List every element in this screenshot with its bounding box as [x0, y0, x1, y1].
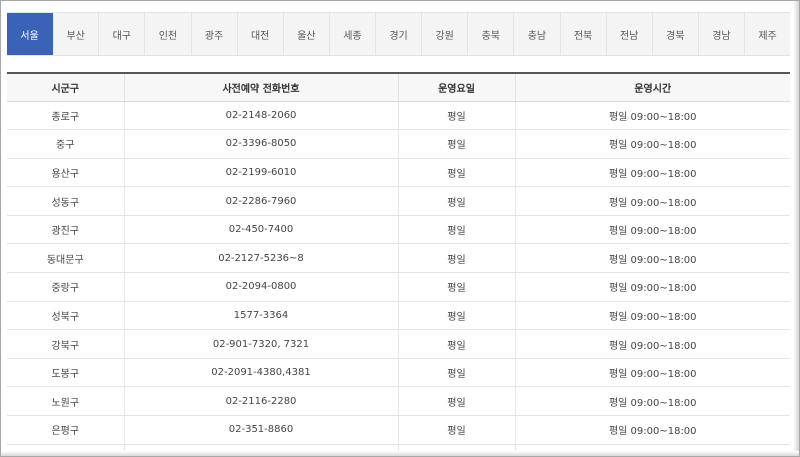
table-row: 강북구 02-901-7320, 7321 평일 평일 09:00~18:00	[7, 329, 790, 359]
cell-days: 평일	[398, 186, 516, 216]
cell-hours: 평일 09:00~18:00	[515, 129, 790, 159]
cell-days: 평일	[398, 129, 516, 159]
cell-district	[7, 444, 125, 456]
cell-district: 광진구	[7, 215, 125, 245]
cell-days	[398, 444, 516, 456]
cell-hours: 평일 09:00~18:00	[515, 358, 790, 388]
cell-district: 중구	[7, 129, 125, 159]
cell-hours: 평일 09:00~18:00	[515, 186, 790, 216]
header-hours: 운영시간	[515, 74, 790, 102]
cell-hours: 평일 09:00~18:00	[515, 272, 790, 302]
cell-hours: 평일 09:00~18:00	[515, 215, 790, 245]
cell-hours: 평일 09:00~18:00	[515, 301, 790, 331]
cell-phone: 02-351-8860	[124, 415, 399, 445]
cell-district: 용산구	[7, 158, 125, 188]
table-row: 중랑구 02-2094-0800 평일 평일 09:00~18:00	[7, 272, 790, 302]
table-row: 용산구 02-2199-6010 평일 평일 09:00~18:00	[7, 158, 790, 188]
tab-region[interactable]: 전북	[561, 13, 607, 55]
cell-district: 중랑구	[7, 272, 125, 302]
table-row: 중구 02-3396-8050 평일 평일 09:00~18:00	[7, 129, 790, 159]
cell-district: 강북구	[7, 329, 125, 359]
cell-hours: 평일 09:00~18:00	[515, 415, 790, 445]
tab-region[interactable]: 서울	[7, 13, 54, 55]
cell-phone: 02-2286-7960	[124, 186, 399, 216]
table-row: 은평구 02-351-8860 평일 평일 09:00~18:00	[7, 415, 790, 445]
table-row: 동대문구 02-2127-5236~8 평일 평일 09:00~18:00	[7, 243, 790, 274]
tab-region[interactable]: 충북	[468, 13, 515, 55]
tab-region[interactable]: 대전	[238, 13, 284, 55]
table-row: 도봉구 02-2091-4380,4381 평일 평일 09:00~18:00	[7, 358, 790, 388]
tab-region[interactable]: 세종	[330, 13, 376, 55]
cell-district: 도봉구	[7, 358, 125, 388]
tab-region[interactable]: 충남	[514, 13, 561, 55]
table-container: 시군구 사전예약 전화번호 운영요일 운영시간 종로구 02-2148-2060 평…	[7, 72, 790, 456]
table-row: 노원구 02-2116-2280 평일 평일 09:00~18:00	[7, 386, 790, 417]
cell-phone: 02-2094-0800	[124, 272, 399, 302]
header-days: 운영요일	[398, 74, 516, 102]
cell-phone	[124, 444, 399, 456]
cell-days: 평일	[398, 158, 516, 188]
vaccination-center-table: 시군구 사전예약 전화번호 운영요일 운영시간 종로구 02-2148-2060 평…	[7, 74, 790, 456]
cell-hours: 평일 09:00~18:00	[515, 329, 790, 359]
cell-district: 성동구	[7, 186, 125, 216]
header-phone: 사전예약 전화번호	[124, 74, 399, 102]
cell-phone: 02-3396-8050	[124, 129, 399, 159]
cell-phone: 02-450-7400	[124, 215, 399, 245]
cell-district: 종로구	[7, 101, 125, 131]
table-row: 광진구 02-450-7400 평일 평일 09:00~18:00	[7, 215, 790, 245]
cell-phone: 02-2148-2060	[124, 101, 399, 131]
tab-region[interactable]: 경북	[653, 13, 699, 55]
table-row	[7, 444, 790, 456]
tab-region[interactable]: 전남	[607, 13, 653, 55]
cell-phone: 02-2127-5236~8	[124, 243, 399, 274]
tab-region[interactable]: 울산	[284, 13, 330, 55]
cell-hours: 평일 09:00~18:00	[515, 101, 790, 131]
tab-region[interactable]: 부산	[53, 13, 100, 55]
cell-days: 평일	[398, 215, 516, 245]
cell-hours: 평일 09:00~18:00	[515, 243, 790, 274]
cell-phone: 02-2116-2280	[124, 386, 399, 417]
tab-region[interactable]: 경남	[699, 13, 745, 55]
table-row: 성동구 02-2286-7960 평일 평일 09:00~18:00	[7, 186, 790, 216]
cell-hours: 평일 09:00~18:00	[515, 386, 790, 417]
cell-phone: 1577-3364	[124, 301, 399, 331]
tab-region[interactable]: 강원	[422, 13, 469, 55]
cell-phone: 02-2091-4380,4381	[124, 358, 399, 388]
table-row: 종로구 02-2148-2060 평일 평일 09:00~18:00	[7, 101, 790, 131]
header-district: 시군구	[7, 74, 125, 102]
cell-hours: 평일 09:00~18:00	[515, 158, 790, 188]
cell-phone: 02-901-7320, 7321	[124, 329, 399, 359]
table-row: 성북구 1577-3364 평일 평일 09:00~18:00	[7, 301, 790, 331]
cell-days: 평일	[398, 243, 516, 274]
tab-region[interactable]: 제주	[745, 13, 790, 55]
cell-days: 평일	[398, 301, 516, 331]
cell-hours	[515, 444, 790, 456]
cell-days: 평일	[398, 415, 516, 445]
tab-region[interactable]: 광주	[192, 13, 238, 55]
tab-region[interactable]: 인천	[145, 13, 192, 55]
cell-district: 은평구	[7, 415, 125, 445]
tab-region[interactable]: 경기	[376, 13, 423, 55]
cell-district: 동대문구	[7, 243, 125, 274]
cell-district: 노원구	[7, 386, 125, 417]
table-header-row: 시군구 사전예약 전화번호 운영요일 운영시간	[7, 74, 790, 102]
region-tabs: 서울 부산 대구 인천 광주 대전 울산 세종 경기 강원 충북 충남 전북 전남 경북 경남 제주	[7, 12, 790, 56]
tab-region[interactable]: 대구	[99, 13, 146, 55]
cell-days: 평일	[398, 329, 516, 359]
cell-days: 평일	[398, 272, 516, 302]
cell-days: 평일	[398, 101, 516, 131]
cell-phone: 02-2199-6010	[124, 158, 399, 188]
cell-days: 평일	[398, 358, 516, 388]
screenshot-frame: 서울 부산 대구 인천 광주 대전 울산 세종 경기 강원 충북 충남 전북 전남 경북 경남 제주 시군구 사…	[0, 0, 800, 457]
cell-district: 성북구	[7, 301, 125, 331]
cell-days: 평일	[398, 386, 516, 417]
